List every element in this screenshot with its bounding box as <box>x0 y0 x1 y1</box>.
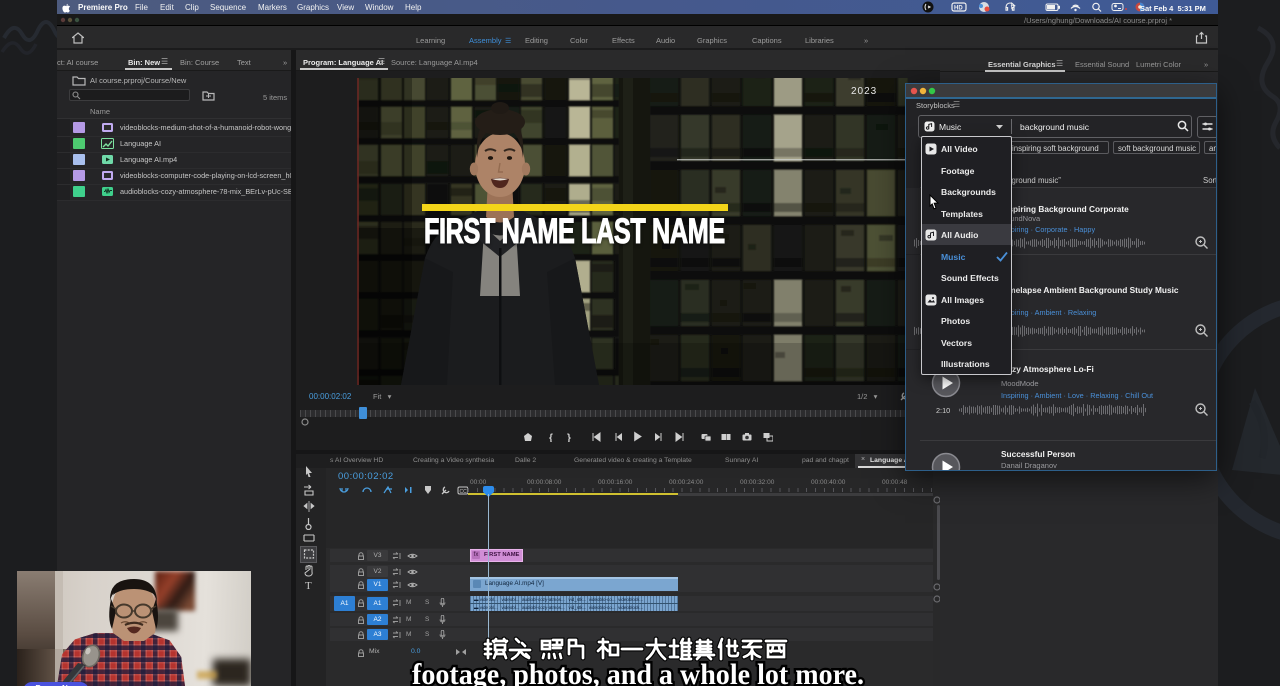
svg-text:footage, photos, and a whole l: footage, photos, and a whole lot more. <box>412 658 864 686</box>
